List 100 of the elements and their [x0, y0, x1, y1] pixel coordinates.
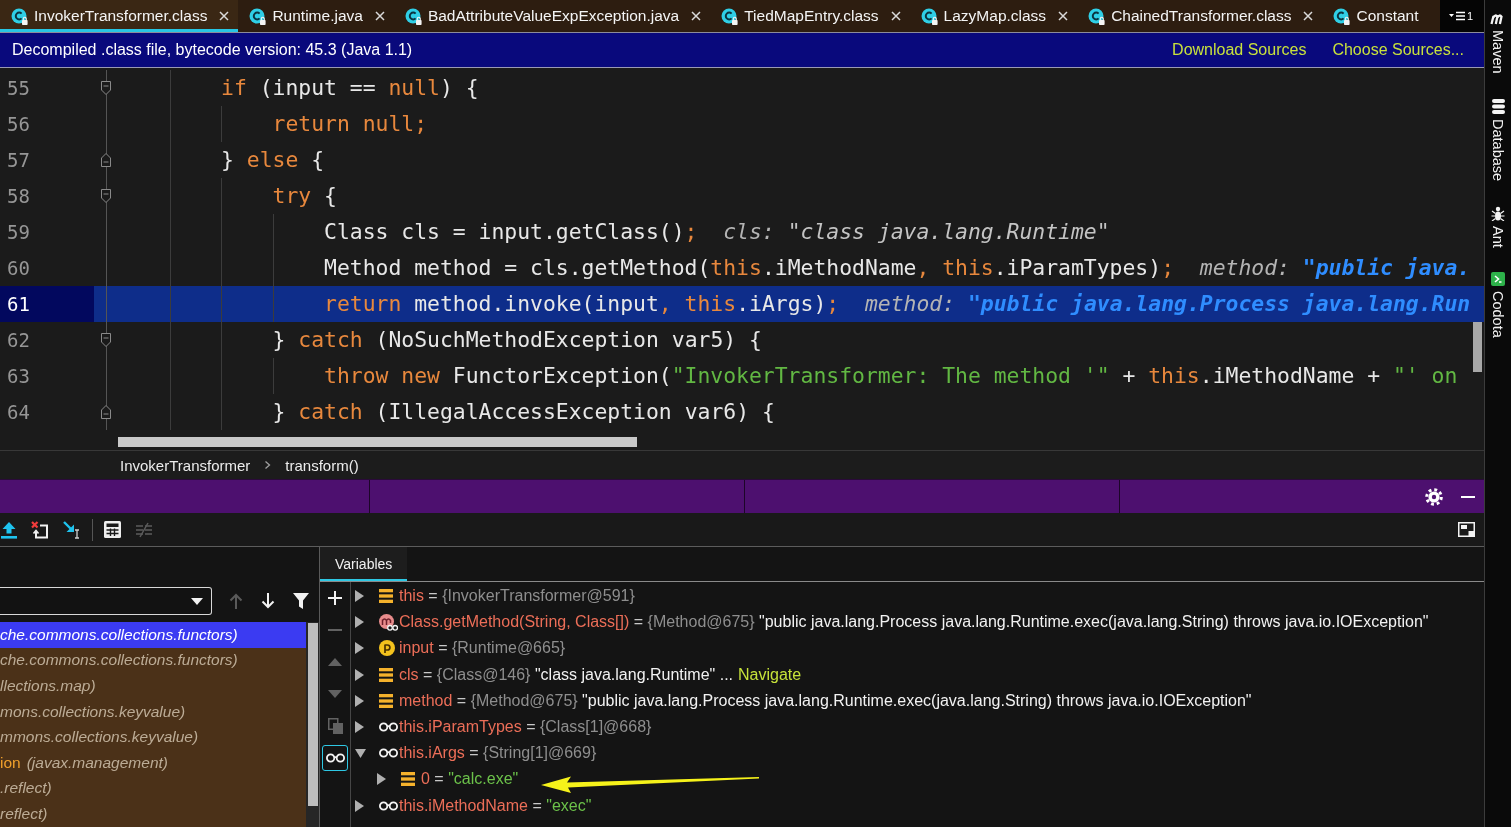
glasses-icon — [379, 800, 398, 811]
stack-frame[interactable]: ion (javax.management) — [0, 749, 306, 776]
variable-entry[interactable]: this = {InvokerTransformer@591} — [399, 587, 635, 606]
code-line: if (input == null) { — [221, 75, 479, 100]
maven-icon — [1490, 12, 1506, 25]
locked-class-icon — [1333, 7, 1351, 25]
stacked-bars-icon — [401, 772, 415, 787]
expand-triangle-icon[interactable] — [355, 721, 364, 734]
breadcrumb-item[interactable]: transform() — [285, 456, 359, 474]
editor-tab[interactable]: InvokerTransformer.class — [0, 0, 239, 32]
line-number: 63 — [7, 365, 30, 387]
banner-link[interactable]: Download Sources — [1172, 41, 1307, 59]
code-line: return method.invoke(input, this.iArgs); — [324, 291, 840, 316]
side-tool-button[interactable]: Database — [1490, 98, 1506, 181]
line-number: 60 — [7, 257, 30, 279]
locked-class-icon — [249, 7, 267, 25]
layout-icon[interactable] — [1458, 522, 1475, 537]
expand-triangle-icon[interactable] — [355, 799, 364, 812]
variable-entry[interactable]: this.iArgs = {String[1]@669} — [399, 744, 597, 763]
code-line: Class cls = input.getClass(); — [324, 219, 698, 244]
variable-entry[interactable]: method = {Method@675} "public java.lang.Process java.lang.Runtime.exec(java.lang.String) throws java.io.IOException" — [399, 691, 1252, 710]
hidden-tabs-button[interactable]: 1 — [1440, 0, 1484, 32]
glasses-icon — [325, 753, 345, 763]
settings-icon[interactable] — [1425, 487, 1443, 506]
inline-debug-value: method: "public java. — [1199, 255, 1471, 280]
close-icon[interactable] — [890, 11, 901, 21]
banner-link[interactable]: Choose Sources... — [1332, 41, 1464, 59]
line-number: 55 — [7, 77, 30, 99]
navigate-link[interactable]: Navigate — [738, 665, 802, 684]
glasses-icon — [379, 748, 398, 759]
code-line: } catch (NoSuchMethodException var5) { — [272, 327, 762, 352]
filter-icon[interactable] — [293, 593, 309, 609]
stack-frame[interactable]: llections.map) — [0, 673, 306, 699]
editor-tab[interactable]: Constant — [1322, 0, 1428, 32]
expand-triangle-icon[interactable] — [355, 668, 364, 681]
close-icon[interactable] — [691, 11, 702, 21]
fold-start-icon[interactable] — [100, 80, 112, 96]
stack-frame[interactable]: .reflect) — [0, 775, 306, 802]
editor-tab[interactable]: LazyMap.class — [909, 0, 1078, 32]
side-tool-button[interactable]: Maven — [1490, 12, 1506, 74]
expand-triangle-icon[interactable] — [377, 773, 386, 786]
tab-list-icon — [1449, 11, 1465, 21]
calculator-icon[interactable] — [104, 521, 121, 538]
fold-end-icon[interactable] — [100, 152, 112, 168]
frames-scrollbar[interactable] — [308, 623, 318, 806]
vertical-scrollbar[interactable] — [1473, 322, 1482, 372]
step-out-icon[interactable] — [1, 520, 17, 539]
parameter-icon — [379, 640, 395, 657]
method-watch-icon — [379, 613, 398, 631]
horizontal-scrollbar[interactable] — [118, 437, 637, 447]
variable-entry[interactable]: input = {Runtime@665} — [399, 639, 566, 658]
locked-class-icon — [721, 7, 739, 25]
run-to-cursor-icon[interactable] — [63, 520, 81, 539]
expand-triangle-icon[interactable] — [355, 616, 364, 629]
variable-entry[interactable]: this.iMethodName = "exec" — [399, 796, 592, 815]
editor-tab[interactable]: BadAttributeValueExpException.java — [393, 0, 711, 32]
thread-dropdown[interactable] — [0, 587, 212, 615]
down-arrow-icon[interactable] — [261, 593, 275, 609]
stacked-bars-icon — [379, 693, 393, 708]
side-tool-button[interactable]: Codota — [1490, 272, 1506, 339]
watches-button[interactable] — [322, 745, 348, 771]
close-icon[interactable] — [1303, 11, 1314, 21]
close-icon[interactable] — [1058, 11, 1069, 21]
variables-tab[interactable]: Variables — [320, 547, 408, 581]
fold-start-icon[interactable] — [100, 332, 112, 348]
breadcrumb-item[interactable]: InvokerTransformer — [120, 456, 251, 474]
locked-class-icon — [920, 7, 938, 25]
inline-debug-value: method: "public java.lang.Process java.lang.Run — [864, 291, 1471, 316]
ant-icon — [1491, 205, 1505, 221]
collapse-triangle-icon[interactable] — [355, 748, 366, 758]
code-line: try { — [272, 183, 337, 208]
code-line: Method method = cls.getMethod(this.iMethodName, this.iParamTypes); — [324, 255, 1174, 280]
stack-frame[interactable]: che.commons.collections.functors) — [0, 622, 306, 648]
editor-tab[interactable]: Runtime.java — [238, 0, 394, 32]
stack-frame[interactable]: reflect) — [0, 801, 306, 827]
editor-tab[interactable]: ChainedTransformer.class — [1077, 0, 1323, 32]
stacked-bars-icon — [379, 589, 393, 604]
expand-triangle-icon[interactable] — [355, 590, 364, 603]
minimize-icon[interactable] — [1461, 495, 1475, 498]
close-icon[interactable] — [374, 11, 385, 21]
expand-triangle-icon[interactable] — [355, 694, 364, 707]
code-line: } catch (IllegalAccessException var6) { — [272, 399, 775, 424]
stack-frame[interactable]: mons.collections.keyvalue) — [0, 698, 306, 725]
variable-entry[interactable]: cls = {Class@146} "class java.lang.Runtime" ... — [399, 665, 733, 684]
editor-tab[interactable]: TiedMapEntry.class — [710, 0, 910, 32]
close-icon[interactable] — [219, 11, 230, 21]
variable-entry[interactable]: Class.getMethod(String, Class[]) = {Method@675} "public java.lang.Process java.lang.Runtime.exec(java.lang.String) throws java.io.IOException" — [399, 613, 1429, 632]
banner-message: Decompiled .class file, bytecode version: 45.3 (Java 1.1) — [12, 41, 413, 59]
variable-entry[interactable]: 0 = "calc.exe" — [421, 770, 519, 789]
fold-start-icon[interactable] — [100, 188, 112, 204]
variable-entry[interactable]: this.iParamTypes = {Class[1]@668} — [399, 718, 652, 737]
expand-triangle-icon[interactable] — [355, 642, 364, 655]
side-tool-button[interactable]: Ant — [1490, 205, 1506, 248]
drop-frame-icon[interactable] — [31, 520, 49, 539]
line-number: 59 — [7, 221, 30, 243]
fold-end-icon[interactable] — [100, 404, 112, 420]
line-number: 58 — [7, 185, 30, 207]
stack-frame[interactable]: che.commons.collections.functors) — [0, 647, 306, 674]
line-number: 56 — [7, 113, 30, 135]
stack-frame[interactable]: mmons.collections.keyvalue) — [0, 724, 306, 750]
